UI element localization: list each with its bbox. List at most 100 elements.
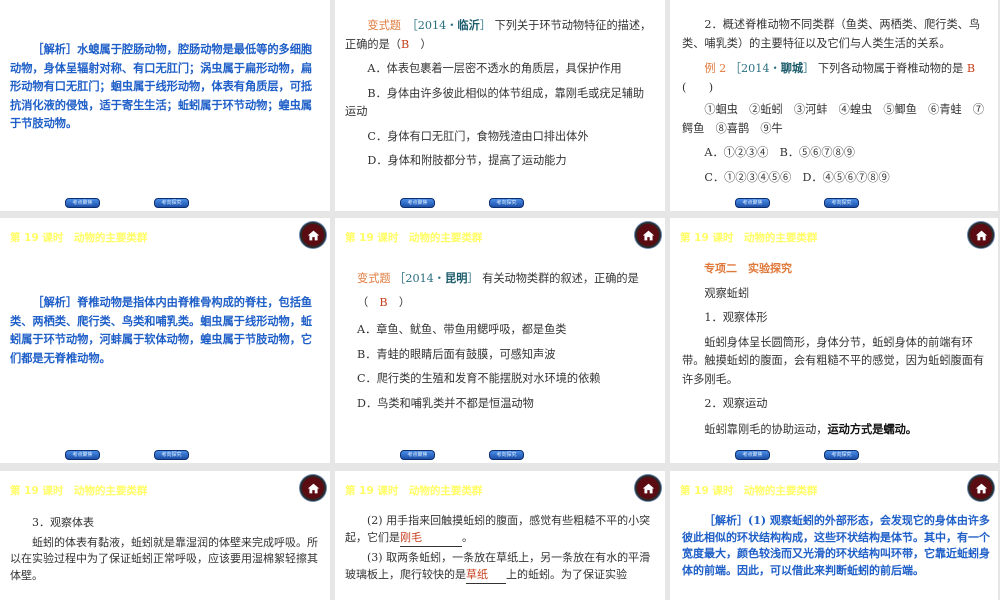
source-close: ］ — [803, 62, 815, 75]
step-2-paragraph: 蚯蚓靠刚毛的协助运动，运动方式是蠕动。 — [682, 420, 988, 440]
step-3-title: 3．观察体表 — [32, 516, 94, 529]
source-city: 聊城 — [780, 61, 804, 75]
option-c: C．身体有口无肛门，食物残渣由口排出体外 — [367, 129, 589, 143]
source-open: ［2014・ — [394, 272, 445, 285]
slide-body: 变式题 ［2014・昆明］ 有关动物类群的叙述，正确的是 （ B ） A．章鱼、鱿… — [357, 266, 655, 419]
question-2-text: (2) 用手指来回触摸蚯蚓的腹面，感觉有些粗糙不平的小突起，它们是 — [345, 514, 651, 544]
option-d: D．鸟类和哺乳类并不都是恒温动物 — [357, 396, 534, 410]
question-2: (2) 用手指来回触摸蚯蚓的腹面，感觉有些粗糙不平的小突起，它们是刚毛。 — [345, 513, 659, 547]
slide-7[interactable]: 第 19 课时 动物的主要类群 3．观察体表 蚯蚓的体表有黏液，蚯蚓就是靠湿润的… — [0, 471, 330, 600]
next-section-button[interactable]: 考向探究 — [154, 198, 189, 208]
next-section-button[interactable]: 考向探究 — [824, 450, 859, 460]
analysis-tag: ［解析］ — [32, 295, 78, 309]
source-open: ［2014・ — [729, 62, 781, 75]
option-b: B．身体由许多彼此相似的体节组成，靠刚毛或疣足辅助运动 — [345, 86, 645, 119]
section-title: 专项二 实验探究 — [704, 262, 792, 275]
prev-section-button[interactable]: 考点聚焦 — [400, 198, 435, 208]
next-section-button[interactable]: 考向探究 — [489, 198, 524, 208]
home-icon[interactable] — [635, 475, 661, 501]
slide-8[interactable]: 第 19 课时 动物的主要类群 (2) 用手指来回触摸蚯蚓的腹面，感觉有些粗糙不… — [335, 471, 665, 600]
source-open: ［2014・ — [412, 19, 458, 32]
lesson-header: 第 19 课时 动物的主要类群 — [345, 232, 483, 244]
slide-body: (2) 用手指来回触摸蚯蚓的腹面，感觉有些粗糙不平的小突起，它们是刚毛。 (3)… — [345, 513, 659, 587]
home-icon[interactable] — [968, 475, 994, 501]
paren-close: ） — [387, 296, 411, 309]
question-end: ） — [409, 37, 432, 51]
slide-body: ［解析］(1) 观察蚯蚓的外部形态，会发现它的身体由许多彼此相似的环状结构构成，… — [682, 513, 992, 582]
slide-9[interactable]: 第 19 课时 动物的主要类群 ［解析］(1) 观察蚯蚓的外部形态，会发现它的身… — [670, 471, 998, 600]
option-b: B．青蛙的眼睛后面有鼓膜，可感知声波 — [357, 347, 556, 361]
answer-paren: ( ) — [682, 80, 714, 94]
analysis-paragraph: ［解析］脊椎动物是指体内由脊椎骨构成的脊柱，包括鱼类、两栖类、爬行类、鸟类和哺乳… — [10, 293, 320, 367]
question-3: (3) 取两条蚯蚓，一条放在草纸上，另一条放在有水的平滑玻璃板上，爬行较快的是草… — [345, 550, 659, 584]
analysis-paragraph: ［解析］水螅属于腔肠动物，腔肠动物是最低等的多细胞动物，身体呈辐射对称、有口无肛… — [10, 40, 320, 133]
question-2-end: 。 — [462, 530, 473, 544]
options-row-2: C．①②③④⑤⑥ D．④⑤⑥⑦⑧⑨ — [704, 170, 890, 184]
analysis-tag: ［解析］ — [704, 514, 748, 527]
lesson-header: 第 19 课时 动物的主要类群 — [345, 485, 483, 497]
home-icon[interactable] — [300, 222, 326, 248]
step-2-text: 蚯蚓靠刚毛的协助运动， — [704, 422, 828, 436]
step-1-title: 1．观察体形 — [704, 311, 768, 324]
item-list: ①蛔虫 ②蚯蚓 ③河蚌 ④蝗虫 ⑤鲫鱼 ⑥青蛙 ⑦鳄鱼 ⑧喜鹊 ⑨牛 — [682, 103, 985, 135]
step-2-emphasis: 运动方式是蠕动。 — [827, 421, 917, 436]
question-paragraph: 变式题 ［2014・昆明］ 有关动物类群的叙述，正确的是 （ B ） — [357, 266, 655, 315]
analysis-paragraph: ［解析］(1) 观察蚯蚓的外部形态，会发现它的身体由许多彼此相似的环状结构构成，… — [682, 513, 992, 579]
prev-section-button[interactable]: 考点聚焦 — [65, 198, 100, 208]
slide-body: 变式题 ［2014・临沂］ 下列关于环节动物特征的描述，正确的是（B ） A．体… — [345, 16, 655, 177]
option-a: A．章鱼、鱿鱼、带鱼用鳃呼吸，都是鱼类 — [357, 323, 567, 336]
slide-body: ［解析］水螅属于腔肠动物，腔肠动物是最低等的多细胞动物，身体呈辐射对称、有口无肛… — [10, 40, 320, 139]
question-paragraph: 变式题 ［2014・临沂］ 下列关于环节动物特征的描述，正确的是（B ） — [345, 16, 655, 54]
next-section-button[interactable]: 考向探究 — [154, 450, 189, 460]
next-section-button[interactable]: 考向探究 — [824, 198, 859, 208]
step-1-text: 蚯蚓身体呈长圆筒形，身体分节，蚯蚓身体的前端有环带。触摸蚯蚓的腹面，会有粗糙不平… — [682, 335, 985, 386]
lesson-header: 第 19 课时 动物的主要类群 — [10, 485, 148, 497]
prev-section-button[interactable]: 考点聚焦 — [735, 450, 770, 460]
option-d: D．身体和附肢都分节，提高了运动能力 — [367, 154, 567, 167]
slide-3[interactable]: 2．概述脊椎动物不同类群（鱼类、两栖类、爬行类、鸟类、哺乳类）的主要特征以及它们… — [670, 0, 998, 211]
analysis-tag: ［解析］ — [32, 42, 78, 56]
step-3-text: 蚯蚓的体表有黏液，蚯蚓就是靠湿润的体壁来完成呼吸。所以在实验过程中为了保证蚯蚓正… — [10, 535, 318, 582]
home-icon[interactable] — [968, 222, 994, 248]
question-3-answer: 草纸 — [466, 567, 506, 584]
answer: B — [379, 296, 388, 309]
slide-6[interactable]: 第 19 课时 动物的主要类群 专项二 实验探究 观察蚯蚓 1．观察体形 蚯蚓身… — [670, 218, 998, 463]
next-section-button[interactable]: 考向探究 — [489, 450, 524, 460]
prev-section-button[interactable]: 考点聚焦 — [65, 450, 100, 460]
question-text: 有关动物类群的叙述，正确的是 — [482, 272, 639, 285]
slide-1[interactable]: ［解析］水螅属于腔肠动物，腔肠动物是最低等的多细胞动物，身体呈辐射对称、有口无肛… — [0, 0, 330, 211]
step-2-title: 2．观察运动 — [704, 397, 768, 410]
slide-2[interactable]: 变式题 ［2014・临沂］ 下列关于环节动物特征的描述，正确的是（B ） A．体… — [335, 0, 665, 211]
source-city: 昆明 — [445, 271, 468, 285]
source-close: ］ — [467, 272, 479, 285]
slide-body: ［解析］脊椎动物是指体内由脊椎骨构成的脊柱，包括鱼类、两栖类、爬行类、鸟类和哺乳… — [10, 293, 320, 373]
option-a: A．体表包裹着一层密不透水的角质层，具保护作用 — [367, 62, 622, 75]
lesson-header: 第 19 课时 动物的主要类群 — [680, 232, 818, 244]
answer: B — [966, 62, 976, 75]
paren-open: （ — [357, 296, 380, 309]
answer: B — [400, 37, 410, 51]
slide-body: 2．概述脊椎动物不同类群（鱼类、两栖类、爬行类、鸟类、哺乳类）的主要特征以及它们… — [682, 16, 988, 193]
slide-body: 专项二 实验探究 观察蚯蚓 1．观察体形 蚯蚓身体呈长圆筒形，身体分节，蚯蚓身体… — [682, 260, 988, 445]
home-icon[interactable] — [300, 475, 326, 501]
question-label: 例 2 — [704, 62, 727, 75]
options-row-1: A．①②③④ B．⑤⑥⑦⑧⑨ — [704, 146, 855, 159]
slide-5[interactable]: 第 19 课时 动物的主要类群 变式题 ［2014・昆明］ 有关动物类群的叙述，… — [335, 218, 665, 463]
source-city: 临沂 — [457, 18, 480, 32]
home-icon[interactable] — [635, 222, 661, 248]
source-close: ］ — [479, 19, 492, 32]
objective-text: 2．概述脊椎动物不同类群（鱼类、两栖类、爬行类、鸟类、哺乳类）的主要特征以及它们… — [682, 18, 981, 50]
lesson-header: 第 19 课时 动物的主要类群 — [680, 485, 818, 497]
question-label: 变式题 — [357, 272, 391, 285]
prev-section-button[interactable]: 考点聚焦 — [400, 450, 435, 460]
experiment-title: 观察蚯蚓 — [704, 286, 750, 300]
question-2-answer: 刚毛 — [400, 530, 462, 547]
slide-4[interactable]: 第 19 课时 动物的主要类群 ［解析］脊椎动物是指体内由脊椎骨构成的脊柱，包括… — [0, 218, 330, 463]
question-paragraph: 例 2 ［2014・聊城］ 下列各动物属于脊椎动物的是 B ( ) — [682, 59, 988, 97]
slide-body: 3．观察体表 蚯蚓的体表有黏液，蚯蚓就是靠湿润的体壁来完成呼吸。所以在实验过程中… — [10, 515, 320, 587]
question-3-end: 上的蚯蚓。为了保证实验 — [506, 567, 627, 581]
option-c: C．爬行类的生殖和发育不能摆脱对水环境的依赖 — [357, 372, 601, 385]
prev-section-button[interactable]: 考点聚焦 — [735, 198, 770, 208]
question-label: 变式题 — [367, 19, 401, 32]
lesson-header: 第 19 课时 动物的主要类群 — [10, 232, 148, 244]
